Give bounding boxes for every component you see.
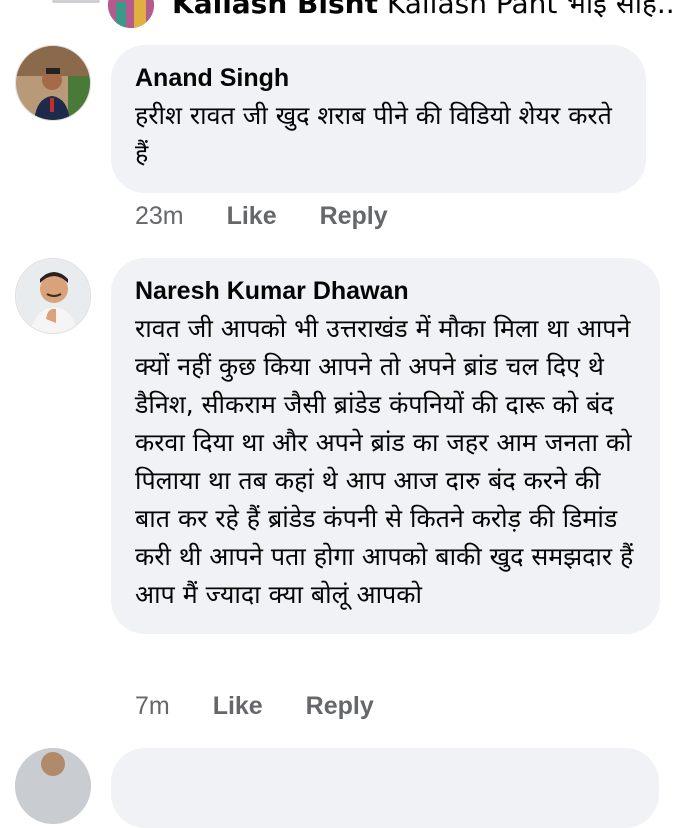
comment-bubble[interactable]: Anand Singh हरीश रावत जी खुद शराब पीने क…	[111, 45, 646, 193]
reply-author-name[interactable]: Kailash Bisht	[172, 0, 378, 20]
reply-button[interactable]: Reply	[306, 692, 374, 721]
avatar[interactable]	[108, 0, 154, 28]
like-button[interactable]: Like	[227, 202, 277, 231]
avatar[interactable]	[15, 258, 91, 334]
comment-bubble[interactable]	[111, 748, 659, 828]
comment-text: हरीश रावत जी खुद शराब पीने की विडियो शेय…	[135, 101, 612, 168]
previous-reply-row[interactable]: Kailash Bisht Kailash Pant भाइ साह...	[0, 0, 677, 28]
comment-timestamp[interactable]: 7m	[135, 692, 170, 721]
like-button[interactable]: Like	[213, 692, 263, 721]
comment-text: रावत जी आपको भी उत्तराखंड में मौका मिला …	[135, 314, 634, 609]
comment-actions: 23m Like Reply	[135, 202, 388, 231]
avatar-image	[16, 46, 90, 120]
avatar-image	[16, 259, 90, 333]
comment-author[interactable]: Naresh Kumar Dhawan	[135, 276, 636, 306]
comment-author[interactable]: Anand Singh	[135, 63, 622, 93]
reply-button[interactable]: Reply	[320, 202, 388, 231]
avatar[interactable]	[15, 748, 91, 824]
comment-timestamp[interactable]: 23m	[135, 202, 184, 231]
previous-reply-text: Kailash Bisht Kailash Pant भाइ साह...	[172, 0, 677, 22]
avatar-image	[15, 748, 91, 824]
thread-connector-line	[52, 0, 100, 3]
comment-actions: 7m Like Reply	[135, 692, 374, 721]
avatar[interactable]	[15, 45, 91, 121]
reply-text-preview: Kailash Pant भाइ साह...	[386, 0, 677, 20]
comment-bubble[interactable]: Naresh Kumar Dhawan रावत जी आपको भी उत्त…	[111, 258, 660, 634]
avatar-image	[108, 0, 154, 28]
